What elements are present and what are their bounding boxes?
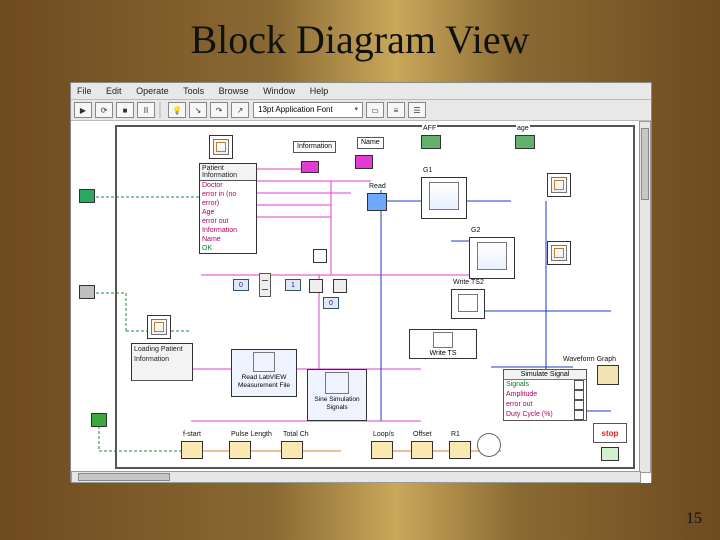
step-over-button[interactable]: ↷ [210,102,228,118]
patient-cluster[interactable]: Patient Information Doctor error in (no … [199,163,257,254]
font-selector-label: 13pt Application Font [258,103,333,117]
vi-icon [253,352,275,372]
read-meas-file[interactable]: Read LabVIEW Measurement File [231,349,297,397]
stop-terminal[interactable] [601,447,619,461]
loop-iteration-icon [477,433,501,457]
slide: Block Diagram View File Edit Operate Too… [0,0,720,540]
patient-subvi[interactable] [209,135,233,159]
const-below[interactable]: 0 [323,297,339,309]
build-array[interactable] [259,273,271,297]
simulate-signal-cluster[interactable]: Simulate Signal Signals Amplitude error … [503,369,587,421]
chevron-down-icon: ▾ [354,103,358,117]
ref-control[interactable] [79,285,95,299]
menu-file[interactable]: File [71,83,98,99]
cluster-terminal[interactable] [301,161,319,173]
graph-icon [477,242,507,270]
vi-icon [213,139,229,155]
menu-browse[interactable]: Browse [213,83,255,99]
information-tab[interactable]: Information [293,141,336,153]
distribute-button[interactable]: ≡ [387,102,405,118]
loading-subvi[interactable] [147,315,171,339]
graph-g2[interactable]: G2 [469,237,515,279]
menu-edit[interactable]: Edit [100,83,128,99]
pause-button[interactable]: II [137,102,155,118]
highlight-exec-button[interactable]: 💡 [168,102,186,118]
total-ch-control[interactable]: Total Ch [281,441,303,459]
run-button[interactable]: ▶ [74,102,92,118]
toolbar-sep [159,102,161,118]
step-in-button[interactable]: ↘ [189,102,207,118]
indicator-mid[interactable] [547,241,571,265]
offset-control[interactable]: Offset [411,441,433,459]
index-node[interactable] [309,279,323,293]
scrollbar-thumb[interactable] [641,128,649,200]
vi-icon [433,332,453,348]
slide-title: Block Diagram View [0,16,720,63]
vi-icon [325,372,349,394]
const-one[interactable]: 1 [285,279,301,291]
vi-icon [458,294,478,312]
name-indicator[interactable]: Name [357,137,384,149]
aff-indicator[interactable]: AFF [421,135,441,149]
const-zero[interactable]: 0 [233,279,249,291]
font-selector[interactable]: 13pt Application Font ▾ [253,102,363,118]
reorder-button[interactable]: ☰ [408,102,426,118]
step-out-button[interactable]: ↗ [231,102,249,118]
graph-icon [551,245,567,261]
align-button[interactable]: ▭ [366,102,384,118]
indicator-top[interactable] [547,173,571,197]
read-node[interactable]: Read [367,193,387,211]
waveform-graph[interactable]: Waveform Graph [597,365,619,385]
loading-cluster-label: Loading Patient Information [132,344,192,381]
block-diagram[interactable]: Patient Information Doctor error in (no … [71,121,651,483]
bool-control[interactable] [91,413,107,427]
menu-tools[interactable]: Tools [177,83,210,99]
menu-operate[interactable]: Operate [130,83,175,99]
abort-button[interactable]: ■ [116,102,134,118]
pulse-length-control[interactable]: Pulse Length [229,441,251,459]
age-indicator[interactable]: age [515,135,535,149]
vi-icon [151,319,167,335]
graph-icon [551,177,567,193]
scrollbar-thumb[interactable] [78,473,170,481]
graph-icon [429,182,459,210]
horizontal-scrollbar[interactable] [71,471,641,483]
patient-cluster-header: Patient Information [200,164,256,181]
menu-help[interactable]: Help [304,83,335,99]
graph-g1[interactable]: G1 [421,177,467,219]
session-control[interactable] [79,189,95,203]
merge-icon[interactable] [313,249,327,263]
run-cont-button[interactable]: ⟳ [95,102,113,118]
write-ts[interactable]: Write TS [409,329,477,359]
r1-control[interactable]: R1 [449,441,471,459]
name-terminal[interactable] [355,155,373,169]
sine-sim-signal[interactable]: Sine Simulation Signals [307,369,367,421]
slide-number: 15 [686,510,702,528]
labview-window: File Edit Operate Tools Browse Window He… [70,82,652,482]
write-ts2[interactable]: Write TS2 [451,289,485,319]
fstart-control[interactable]: f-start [181,441,203,459]
menu-window[interactable]: Window [257,83,301,99]
loop-delay-control[interactable]: Loop/s [371,441,393,459]
loading-cluster[interactable]: Loading Patient Information [131,343,193,381]
add-node[interactable] [333,279,347,293]
vertical-scrollbar[interactable] [639,121,651,473]
toolbar: ▶ ⟳ ■ II 💡 ↘ ↷ ↗ 13pt Application Font ▾… [71,100,651,121]
stop-button[interactable]: stop [593,423,627,443]
menubar: File Edit Operate Tools Browse Window He… [71,83,651,100]
